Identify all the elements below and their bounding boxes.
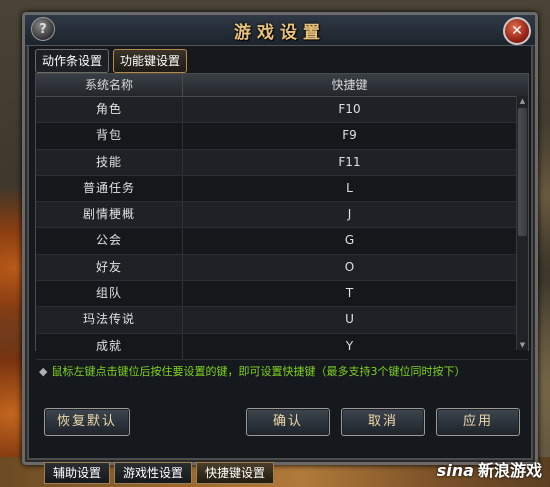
table-row[interactable]: 技能 F11 (36, 149, 528, 176)
system-name-cell: 角色 (36, 97, 183, 123)
table-row[interactable]: 好友 O (36, 254, 528, 282)
dialog-title-bar: ? 游戏设置 ✕ (25, 15, 535, 46)
table-header: 系统名称 快捷键 (36, 74, 528, 97)
table-row[interactable]: 组队 T (36, 281, 528, 308)
column-header-hotkey: 快捷键 (331, 78, 368, 92)
apply-button[interactable]: 应用 (436, 408, 520, 436)
hotkey-cell[interactable]: L (183, 176, 528, 201)
system-name-cell: 玛法传说 (36, 307, 183, 333)
help-icon[interactable]: ? (31, 17, 55, 41)
game-settings-dialog: ? 游戏设置 ✕ 动作条设置 功能键设置 系统名称 快捷键 角色 F10 背包 … (22, 12, 538, 465)
system-name-cell: 好友 (36, 254, 183, 281)
tab-hotkey-settings[interactable]: 快捷键设置 (196, 462, 275, 484)
table-row[interactable]: 角色 F10 (36, 97, 528, 124)
hotkey-cell[interactable]: U (183, 307, 528, 332)
hotkey-cell[interactable]: G (183, 228, 528, 253)
table-row[interactable]: 普通任务 L (36, 175, 528, 203)
hotkey-cell[interactable]: F10 (183, 97, 528, 122)
tab-gameplay-settings[interactable]: 游戏性设置 (114, 462, 193, 484)
table-row[interactable]: 玛法传说 U (36, 307, 528, 334)
dialog-title: 游戏设置 (234, 23, 326, 43)
diamond-bullet-icon: ◆ (39, 365, 48, 378)
hotkey-cell[interactable]: F9 (183, 123, 528, 148)
hotkey-cell[interactable]: F11 (183, 150, 528, 175)
table-body: 角色 F10 背包 F9 技能 F11 普通任务 L 剧情梗概 J 公会 G 好… (36, 97, 528, 360)
hotkey-hint: ◆ 鼠标左键点击键位后按住要设置的键，即可设置快捷键（最多支持3个键位同时按下） (39, 363, 465, 379)
system-name-cell: 技能 (36, 149, 183, 175)
system-name-cell: 公会 (36, 228, 183, 254)
system-name-cell: 背包 (36, 123, 183, 149)
confirm-button[interactable]: 确认 (246, 408, 330, 436)
table-row[interactable]: 成就 Y (36, 333, 528, 360)
system-name-cell: 剧情梗概 (36, 202, 183, 228)
scroll-thumb[interactable] (518, 108, 527, 236)
column-header-system-name: 系统名称 (36, 74, 183, 96)
system-name-cell: 普通任务 (36, 175, 183, 202)
hotkey-cell[interactable]: Y (183, 334, 528, 359)
hotkey-cell[interactable]: J (183, 202, 528, 227)
system-name-cell: 组队 (36, 281, 183, 307)
sina-logo: sina (436, 461, 474, 480)
restore-default-button[interactable]: 恢复默认 (44, 408, 130, 436)
hotkey-cell[interactable]: O (183, 255, 528, 280)
scroll-up-icon[interactable]: ▲ (517, 96, 528, 106)
table-row[interactable]: 背包 F9 (36, 123, 528, 150)
hotkey-cell[interactable]: T (183, 281, 528, 306)
hotkey-table: 系统名称 快捷键 角色 F10 背包 F9 技能 F11 普通任务 L 剧情梗概 (35, 73, 529, 360)
scroll-down-icon[interactable]: ▼ (517, 340, 528, 350)
cancel-button[interactable]: 取消 (341, 408, 425, 436)
sina-games-watermark: sina 新浪游戏 (437, 457, 542, 481)
system-name-cell: 成就 (36, 333, 183, 359)
table-row[interactable]: 公会 G (36, 228, 528, 255)
close-icon[interactable]: ✕ (503, 17, 531, 45)
hint-text: 鼠标左键点击键位后按住要设置的键，即可设置快捷键（最多支持3个键位同时按下） (51, 365, 466, 378)
table-row[interactable]: 剧情梗概 J (36, 202, 528, 229)
settings-tabs: 动作条设置 功能键设置 (35, 49, 188, 73)
bottom-settings-tabs: 辅助设置 游戏性设置 快捷键设置 (44, 462, 275, 484)
tab-function-key-settings[interactable]: 功能键设置 (113, 49, 188, 73)
tab-action-bar-settings[interactable]: 动作条设置 (35, 49, 110, 73)
table-scrollbar[interactable]: ▲ ▼ (516, 96, 528, 350)
watermark-text: 新浪游戏 (477, 461, 542, 480)
tab-assist-settings[interactable]: 辅助设置 (44, 462, 111, 484)
